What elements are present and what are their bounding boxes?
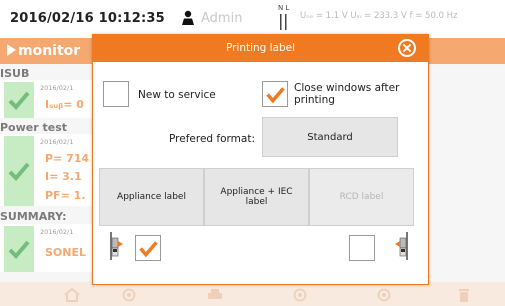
preferred-format-label: Prefered format: — [169, 133, 255, 145]
printer-left-icon — [110, 232, 123, 260]
measurement-readout: Uₙₑ = 1.1 V Uₗₙ = 233.3 V f = 50.0 Hz — [300, 11, 458, 21]
close-icon[interactable] — [398, 39, 416, 57]
left-printer-checkbox[interactable] — [135, 235, 161, 261]
status-bar: 2016/02/16 10:12:35 Admin N L Uₙₑ = 1.1 … — [0, 0, 505, 38]
right-printer-checkbox[interactable] — [349, 235, 375, 261]
new-to-service-label: New to service — [138, 89, 216, 101]
datetime: 2016/02/16 10:12:35 — [10, 11, 165, 26]
dialog-header: Printing label — [93, 35, 428, 62]
preferred-format-select[interactable]: Standard — [262, 117, 398, 157]
appliance-iec-label-button[interactable]: Appliance + IEC label — [204, 168, 309, 226]
appliance-label-button[interactable]: Appliance label — [99, 168, 204, 226]
user-icon — [182, 10, 194, 25]
rcd-label-button: RCD label — [309, 168, 414, 226]
check-icon — [139, 241, 158, 258]
phase-indicator-icon — [280, 14, 287, 30]
close-windows-label: Close windows after printing — [294, 82, 400, 106]
printer-right-icon — [395, 232, 408, 260]
new-to-service-checkbox[interactable] — [103, 81, 129, 107]
printing-label-dialog: Printing label New to service Close wind… — [92, 34, 429, 285]
user-name: Admin — [201, 11, 243, 26]
phase-label: N L — [278, 4, 290, 12]
check-icon — [266, 87, 285, 104]
dialog-title: Printing label — [225, 42, 296, 54]
close-windows-checkbox[interactable] — [262, 81, 288, 107]
